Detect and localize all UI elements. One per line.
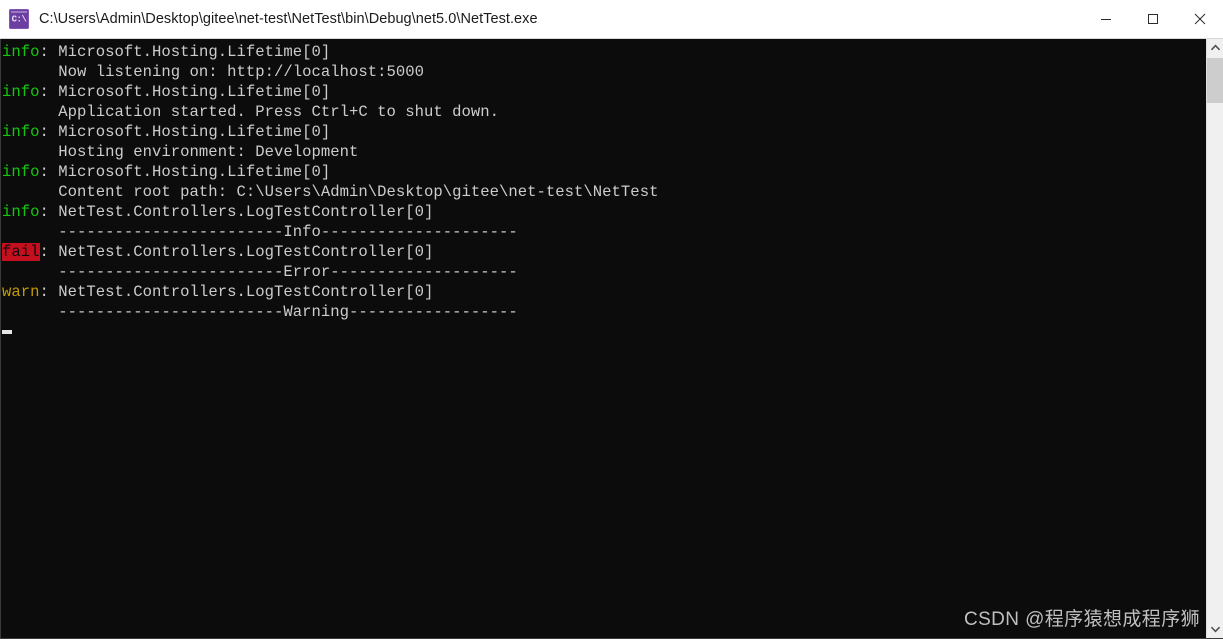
text-cursor (2, 330, 12, 334)
console-line: Content root path: C:\Users\Admin\Deskto… (1, 182, 1206, 202)
console-line: ------------------------Info------------… (1, 222, 1206, 242)
console-line: Application started. Press Ctrl+C to shu… (1, 102, 1206, 122)
scrollbar-thumb[interactable] (1207, 58, 1223, 103)
window-controls (1082, 0, 1223, 38)
console-line-text: Now listening on: http://localhost:5000 (2, 63, 424, 81)
scroll-up-arrow-icon (1210, 44, 1220, 51)
console-line: info: Microsoft.Hosting.Lifetime[0] (1, 42, 1206, 62)
close-button[interactable] (1176, 0, 1223, 38)
console-app-icon: C:\ (9, 9, 29, 29)
console-output[interactable]: info: Microsoft.Hosting.Lifetime[0] Now … (1, 39, 1206, 638)
console-cursor-line (1, 322, 1206, 342)
console-line-text: : Microsoft.Hosting.Lifetime[0] (39, 123, 331, 141)
console-line: Hosting environment: Development (1, 142, 1206, 162)
console-line-text: ------------------------Info------------… (2, 223, 518, 241)
console-line-text: : NetTest.Controllers.LogTestController[… (39, 283, 434, 301)
maximize-icon (1147, 14, 1158, 24)
console-line: warn: NetTest.Controllers.LogTestControl… (1, 282, 1206, 302)
maximize-button[interactable] (1129, 0, 1176, 38)
scrollbar-track[interactable] (1207, 56, 1223, 621)
scroll-down-arrow-icon (1210, 626, 1220, 633)
log-level-info: info (2, 163, 40, 181)
log-level-info: info (2, 43, 40, 61)
log-level-info: info (2, 83, 40, 101)
log-level-warn: warn (2, 283, 40, 301)
console-line: info: Microsoft.Hosting.Lifetime[0] (1, 82, 1206, 102)
console-window: C:\ C:\Users\Admin\Desktop\gitee\net-tes… (0, 0, 1223, 639)
icon-top-bar (11, 11, 27, 13)
window-title: C:\Users\Admin\Desktop\gitee\net-test\Ne… (39, 11, 538, 27)
icon-prompt-glyph: C:\ (11, 14, 27, 24)
console-line: ------------------------Warning---------… (1, 302, 1206, 322)
title-bar-left: C:\ C:\Users\Admin\Desktop\gitee\net-tes… (0, 9, 1082, 29)
log-level-fail: fail (2, 243, 40, 261)
console-scrollbar[interactable] (1206, 39, 1223, 638)
console-line-text: Hosting environment: Development (2, 143, 359, 161)
console-body: info: Microsoft.Hosting.Lifetime[0] Now … (0, 39, 1223, 639)
scroll-up-button[interactable] (1207, 39, 1223, 56)
scroll-down-button[interactable] (1207, 621, 1223, 638)
console-line-text: Content root path: C:\Users\Admin\Deskto… (2, 183, 659, 201)
console-line-text: : Microsoft.Hosting.Lifetime[0] (39, 83, 331, 101)
console-line-text: Application started. Press Ctrl+C to shu… (2, 103, 500, 121)
console-line-text: ------------------------Error-----------… (2, 263, 518, 281)
log-level-info: info (2, 203, 40, 221)
console-line-text: ------------------------Warning---------… (2, 303, 518, 321)
console-line-text: : NetTest.Controllers.LogTestController[… (39, 243, 434, 261)
console-line: info: Microsoft.Hosting.Lifetime[0] (1, 162, 1206, 182)
minimize-button[interactable] (1082, 0, 1129, 38)
console-line: Now listening on: http://localhost:5000 (1, 62, 1206, 82)
minimize-icon (1100, 19, 1111, 20)
log-level-info: info (2, 123, 40, 141)
console-line: fail: NetTest.Controllers.LogTestControl… (1, 242, 1206, 262)
console-line-text: : Microsoft.Hosting.Lifetime[0] (39, 43, 331, 61)
console-line: ------------------------Error-----------… (1, 262, 1206, 282)
console-line: info: NetTest.Controllers.LogTestControl… (1, 202, 1206, 222)
title-bar: C:\ C:\Users\Admin\Desktop\gitee\net-tes… (0, 0, 1223, 39)
console-line: info: Microsoft.Hosting.Lifetime[0] (1, 122, 1206, 142)
console-line-text: : NetTest.Controllers.LogTestController[… (39, 203, 434, 221)
console-line-text: : Microsoft.Hosting.Lifetime[0] (39, 163, 331, 181)
close-icon (1194, 13, 1205, 25)
